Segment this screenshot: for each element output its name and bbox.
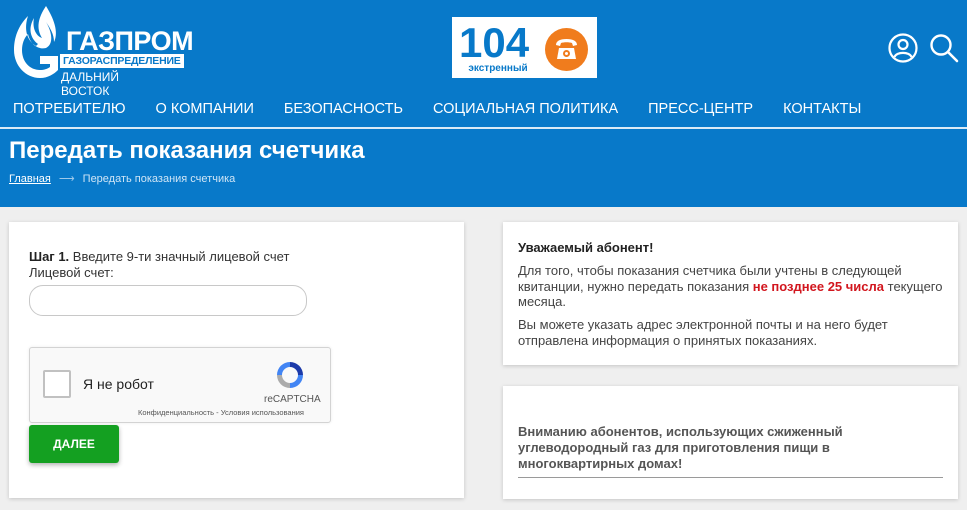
site-header: ГАЗПРОМ ГАЗОРАСПРЕДЕЛЕНИЕ ДАЛЬНИЙ ВОСТОК… bbox=[0, 0, 967, 207]
nav-item-contacts[interactable]: КОНТАКТЫ bbox=[783, 101, 861, 117]
notice-divider bbox=[518, 477, 943, 478]
recaptcha-links: Конфиденциальность - Условия использован… bbox=[138, 408, 304, 417]
logo-subtitle: ГАЗОРАСПРЕДЕЛЕНИЕ bbox=[60, 54, 184, 68]
recaptcha-privacy-link[interactable]: Конфиденциальность bbox=[138, 408, 214, 417]
flame-logo-icon bbox=[14, 6, 58, 78]
account-label: Лицевой счет: bbox=[29, 265, 114, 280]
main-navigation: ПОТРЕБИТЕЛЮ О КОМПАНИИ БЕЗОПАСНОСТЬ СОЦИ… bbox=[13, 101, 891, 117]
recaptcha-widget: Я не робот reCAPTCHA Конфиденциальность … bbox=[29, 347, 331, 423]
logo-brand: ГАЗПРОМ bbox=[66, 26, 194, 56]
deadline-highlight: не позднее 25 числа bbox=[752, 278, 885, 294]
logo-region: ДАЛЬНИЙ ВОСТОК bbox=[61, 70, 120, 98]
step-text: Введите 9-ти значный лицевой счет bbox=[72, 249, 290, 264]
recaptcha-logo-icon bbox=[277, 362, 303, 388]
breadcrumb: Главная ⟶ Передать показания счетчика bbox=[9, 172, 236, 186]
info-deadline-text: Для того, чтобы показания счетчика были … bbox=[518, 263, 948, 310]
nav-item-safety[interactable]: БЕЗОПАСНОСТЬ bbox=[284, 101, 403, 117]
nav-item-social-policy[interactable]: СОЦИАЛЬНАЯ ПОЛИТИКА bbox=[433, 101, 618, 117]
step-label: Шаг 1. bbox=[29, 249, 70, 264]
lpg-notice-card: Вниманию абонентов, использующих сжиженн… bbox=[503, 386, 958, 499]
user-icon[interactable] bbox=[887, 32, 919, 64]
info-title: Уважаемый абонент! bbox=[518, 240, 654, 255]
search-icon[interactable] bbox=[928, 32, 960, 64]
nav-item-press-center[interactable]: ПРЕСС-ЦЕНТР bbox=[648, 101, 753, 117]
breadcrumb-current: Передать показания счетчика bbox=[82, 172, 236, 185]
account-number-input[interactable] bbox=[29, 285, 307, 316]
gazprom-logo[interactable]: ГАЗПРОМ ГАЗОРАСПРЕДЕЛЕНИЕ ДАЛЬНИЙ ВОСТОК bbox=[8, 4, 194, 98]
page-title: Передать показания счетчика bbox=[9, 137, 365, 164]
info-email-text: Вы можете указать адрес электронной почт… bbox=[518, 317, 888, 348]
emergency-phone-banner[interactable]: 104 экстренный bbox=[452, 17, 597, 78]
recaptcha-checkbox[interactable] bbox=[43, 370, 71, 398]
nav-divider bbox=[0, 127, 967, 129]
recaptcha-label: Я не робот bbox=[83, 376, 154, 392]
meter-reading-form: Шаг 1. Введите 9-ти значный лицевой счет… bbox=[9, 222, 464, 498]
next-button[interactable]: ДАЛЕЕ bbox=[29, 425, 119, 463]
recaptcha-brand: reCAPTCHA bbox=[264, 394, 321, 405]
recaptcha-terms-link[interactable]: Условия использования bbox=[221, 408, 304, 417]
nav-item-consumer[interactable]: ПОТРЕБИТЕЛЮ bbox=[13, 101, 126, 117]
nav-item-about[interactable]: О КОМПАНИИ bbox=[156, 101, 254, 117]
breadcrumb-arrow-icon: ⟶ bbox=[58, 173, 75, 185]
breadcrumb-home-link[interactable]: Главная bbox=[9, 173, 51, 185]
emergency-number: 104 bbox=[459, 19, 530, 66]
emergency-label: экстренный bbox=[468, 63, 528, 74]
lpg-notice-link[interactable]: Вниманию абонентов, использующих сжиженн… bbox=[518, 424, 898, 472]
info-card: Уважаемый абонент! Для того, чтобы показ… bbox=[503, 222, 958, 365]
step-instruction: Шаг 1. Введите 9-ти значный лицевой счет bbox=[29, 249, 289, 264]
phone-icon bbox=[545, 28, 588, 71]
recaptcha-link-separator: - bbox=[214, 408, 221, 417]
